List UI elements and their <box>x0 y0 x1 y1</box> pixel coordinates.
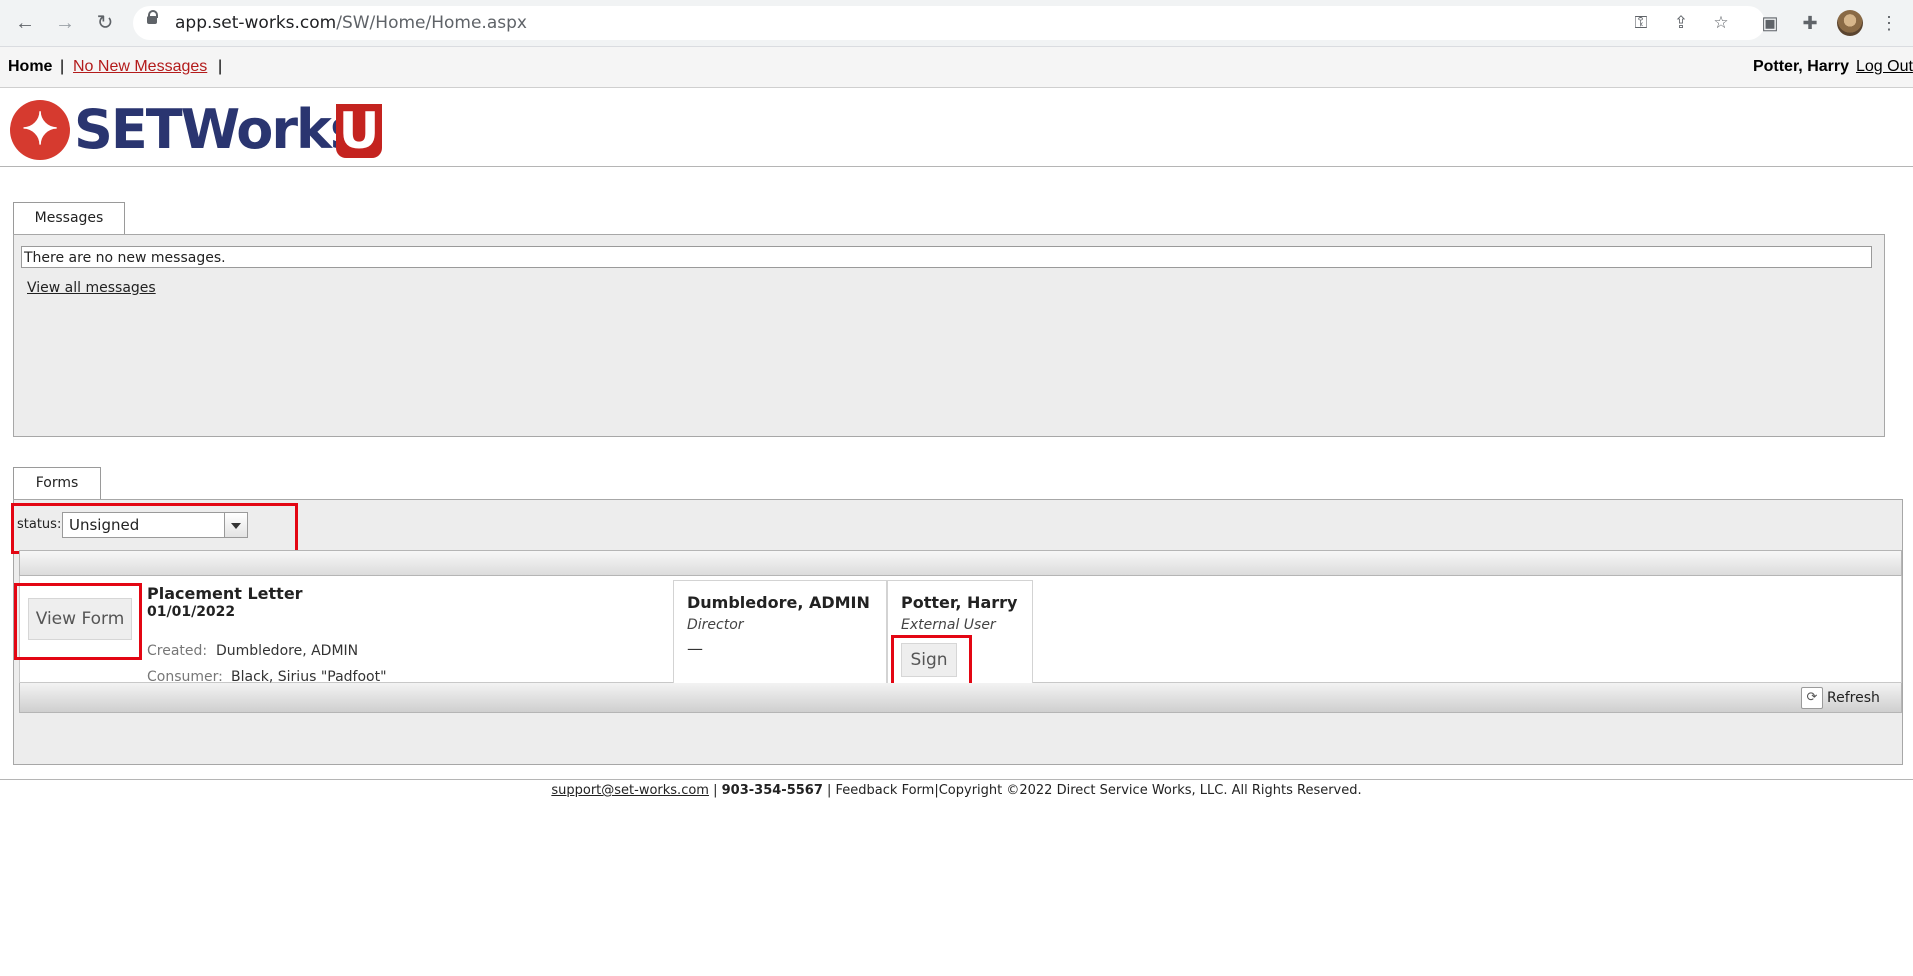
form-title: Placement Letter <box>147 584 303 603</box>
page-footer: support@set-works.com | 903-354-5567 | F… <box>0 783 1913 798</box>
table-row: View Form Placement Letter 01/01/2022 Cr… <box>14 576 1902 692</box>
highlight-sign <box>891 635 972 688</box>
highlight-status-filter <box>11 503 298 554</box>
form-date: 01/01/2022 <box>147 604 236 620</box>
address-bar[interactable]: app.set-works.com/SW/Home/Home.aspx ⚿ ⇪ … <box>133 6 1765 40</box>
reading-list-icon[interactable]: ▣ <box>1758 11 1782 35</box>
bookmark-star-icon[interactable]: ☆ <box>1710 12 1732 34</box>
refresh-icon: ⟳ <box>1801 687 1823 709</box>
created-value: Dumbledore, ADMIN <box>216 643 359 659</box>
support-email-link[interactable]: support@set-works.com <box>551 783 709 798</box>
share-icon[interactable]: ⇪ <box>1670 12 1692 34</box>
footer-separator: | <box>708 783 722 798</box>
logo-u-badge: U <box>336 104 382 158</box>
kebab-menu-icon[interactable]: ⋮ <box>1877 11 1901 35</box>
no-new-messages-link[interactable]: No New Messages <box>73 58 207 76</box>
header-logo-area: ✦ SETWorks U <box>0 88 1913 167</box>
forward-arrow-icon[interactable]: → <box>52 10 78 36</box>
profile-avatar[interactable] <box>1837 10 1863 36</box>
copyright-text: Copyright ©2022 Direct Service Works, LL… <box>938 783 1362 798</box>
refresh-label: Refresh <box>1827 690 1880 706</box>
top-navigation: Home | No New Messages | Potter, Harry L… <box>0 47 1913 88</box>
current-user-name: Potter, Harry <box>1752 58 1849 75</box>
tab-forms[interactable]: Forms <box>13 467 101 499</box>
signer-role: External User <box>901 617 996 633</box>
signer-role: Director <box>687 617 744 633</box>
puzzle-icon[interactable]: ✚ <box>1798 11 1822 35</box>
messages-status-box: There are no new messages. <box>21 246 1872 268</box>
browser-toolbar: ← → ↻ app.set-works.com/SW/Home/Home.asp… <box>0 0 1913 47</box>
forms-grid-header <box>19 550 1902 576</box>
lock-icon <box>147 10 158 24</box>
refresh-button[interactable]: ⟳ Refresh <box>1801 687 1891 709</box>
nav-separator: | <box>218 58 223 75</box>
url-text[interactable]: app.set-works.com/SW/Home/Home.aspx <box>175 13 527 33</box>
setworks-logo-icon: ✦ <box>10 100 70 160</box>
highlight-view-form <box>14 583 142 660</box>
footer-divider <box>0 779 1913 780</box>
reload-icon[interactable]: ↻ <box>92 10 118 36</box>
signature-status: — <box>687 639 703 658</box>
logout-link[interactable]: Log Out <box>1856 58 1913 76</box>
messages-panel: There are no new messages. View all mess… <box>13 234 1885 437</box>
view-all-messages-link[interactable]: View all messages <box>27 280 156 296</box>
feedback-form-link[interactable]: Feedback Form <box>836 783 935 798</box>
home-link[interactable]: Home <box>8 58 52 76</box>
forms-panel: status: Unsigned View Form Placement Let… <box>11 499 1903 765</box>
signer-cell: Potter, Harry External User Sign <box>887 580 1033 692</box>
forms-grid-footer: ⟳ Refresh <box>19 683 1902 713</box>
signer-cell: Dumbledore, ADMIN Director — <box>673 580 887 692</box>
nav-separator: | <box>60 58 65 75</box>
signer-name: Potter, Harry <box>901 593 1018 612</box>
back-arrow-icon[interactable]: ← <box>12 10 38 36</box>
tab-messages[interactable]: Messages <box>13 202 125 234</box>
footer-separator: | <box>822 783 836 798</box>
support-phone: 903-354-5567 <box>721 783 823 798</box>
key-icon[interactable]: ⚿ <box>1630 12 1652 34</box>
created-label: Created: <box>147 643 208 659</box>
logo-text: SETWorks <box>74 98 362 161</box>
signer-name: Dumbledore, ADMIN <box>687 593 870 612</box>
